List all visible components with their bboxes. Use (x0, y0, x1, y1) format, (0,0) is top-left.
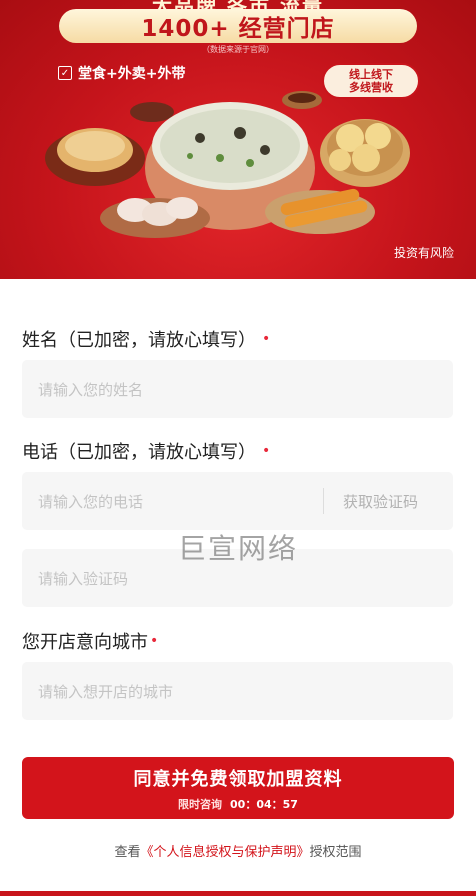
required-mark: • (262, 443, 271, 459)
promo-banner: 大品牌 各市 流量 1400+ 经营门店 （数据来源于官网） ✓ 堂食+外卖+外… (0, 0, 476, 279)
city-input[interactable]: 请输入想开店的城市 (22, 662, 453, 720)
city-label-text: 您开店意向城市 (22, 632, 148, 653)
countdown-label: 限时咨询 (178, 797, 223, 811)
service-modes: ✓ 堂食+外卖+外带 (58, 63, 185, 83)
name-input[interactable]: 请输入您的姓名 (22, 360, 453, 418)
phone-input[interactable]: 请输入您的电话 获取验证码 (22, 472, 453, 530)
bottom-bar (0, 891, 476, 896)
policy-prefix: 查看 (114, 845, 141, 860)
food-illustration (45, 91, 410, 238)
countdown-timer: 00：04：57 (230, 797, 298, 811)
name-label: 姓名（已加密，请放心填写） • (22, 326, 270, 352)
city-placeholder: 请输入想开店的城市 (38, 682, 174, 701)
watermark: 巨宣网络 (177, 532, 298, 565)
checkbox-icon: ✓ (58, 66, 72, 80)
phone-label-text: 电话（已加密，请放心填写） (22, 442, 256, 463)
phone-label: 电话（已加密，请放心填写） • (22, 438, 270, 464)
investment-risk-notice: 投资有风险 (393, 246, 454, 260)
code-placeholder: 请输入验证码 (38, 569, 129, 588)
submit-button[interactable]: 同意并免费领取加盟资料 限时咨询 00：04：57 (22, 757, 454, 819)
service-modes-label: 堂食+外卖+外带 (78, 66, 186, 82)
privacy-policy-link[interactable]: 《个人信息授权与保护声明》 (140, 845, 309, 860)
submit-label: 同意并免费领取加盟资料 (133, 768, 343, 790)
data-source-note: （数据来源于官网） (202, 45, 274, 54)
name-placeholder: 请输入您的姓名 (38, 380, 144, 399)
phone-placeholder: 请输入您的电话 (38, 492, 144, 511)
side-bowl (130, 102, 174, 122)
get-verification-code-button[interactable]: 获取验证码 (343, 472, 418, 530)
countdown-row: 限时咨询 00：04：57 (178, 796, 298, 812)
badge-line-1: 线上线下 (349, 68, 393, 81)
franchise-signup-page: 大品牌 各市 流量 1400+ 经营门店 （数据来源于官网） ✓ 堂食+外卖+外… (0, 0, 476, 896)
store-count-text: 1400+ 经营门店 (141, 16, 335, 42)
field-divider (323, 488, 324, 514)
required-mark: • (262, 331, 271, 347)
required-mark: • (150, 633, 159, 649)
policy-suffix: 授权范围 (309, 845, 362, 860)
name-label-text: 姓名（已加密，请放心填写） (22, 330, 256, 351)
store-count-pill: 1400+ 经营门店 (59, 9, 417, 43)
city-label: 您开店意向城市 • (22, 628, 158, 654)
privacy-policy-line: 查看《个人信息授权与保护声明》授权范围 (0, 841, 476, 860)
